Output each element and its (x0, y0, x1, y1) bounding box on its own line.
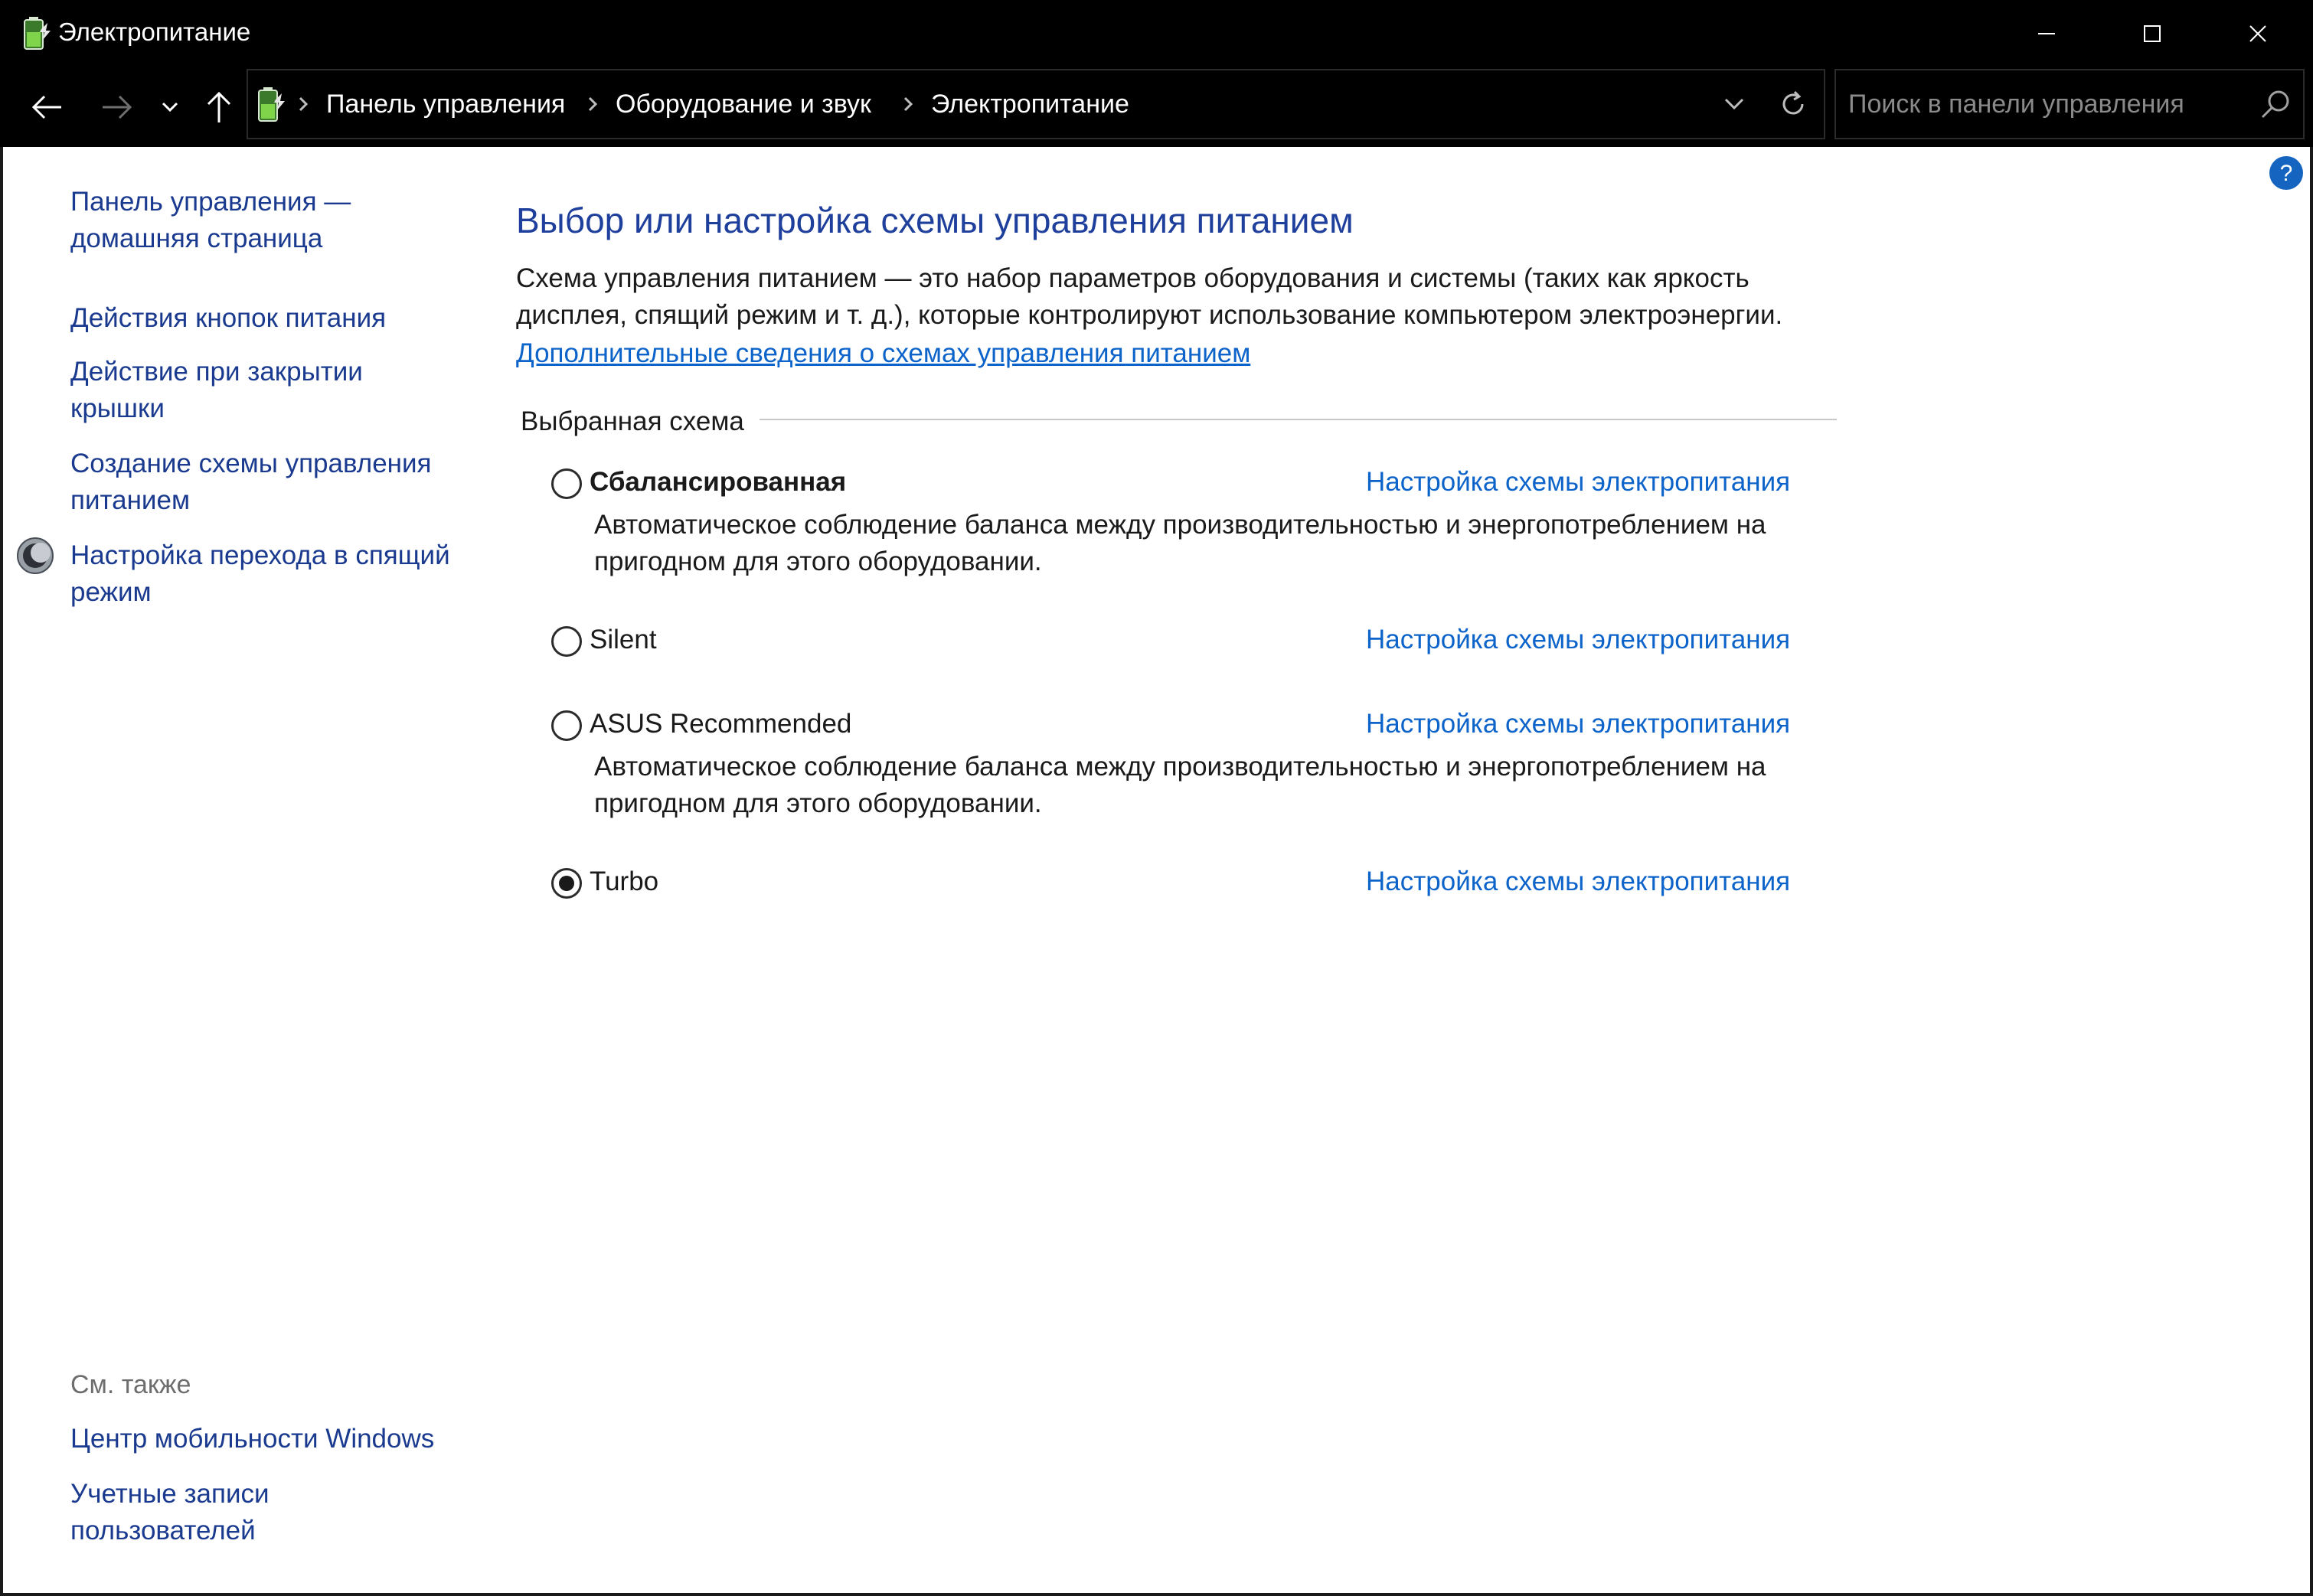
back-button[interactable] (20, 67, 75, 147)
forward-button[interactable] (89, 67, 144, 147)
minimize-button[interactable] (1994, 0, 2099, 67)
see-also-link-user-accounts[interactable]: Учетные записи пользователей (70, 1476, 377, 1549)
search-box[interactable]: Поиск в панели управления (1834, 69, 2305, 139)
sidebar-link-lid-close[interactable]: Действие при закрытии крышки (70, 354, 461, 427)
sidebar-link-sleep-settings[interactable]: Настройка перехода в спящий режим (70, 537, 461, 611)
chevron-right-icon (299, 96, 309, 112)
svg-text:?: ? (2280, 161, 2293, 186)
plan-settings-link-asus-recommended[interactable]: Настройка схемы электропитания (1366, 706, 1790, 743)
sidebar-link-create-plan[interactable]: Создание схемы управления питанием (70, 446, 461, 519)
breadcrumb-control-panel[interactable]: Панель управления (326, 86, 565, 122)
moon-sleep-icon (17, 537, 54, 574)
arrow-up-icon (207, 91, 231, 122)
more-info-link[interactable]: Дополнительные сведения о схемах управле… (516, 335, 1250, 372)
plan-settings-link-silent[interactable]: Настройка схемы электропитания (1366, 622, 1790, 658)
window-border-left (0, 147, 3, 1596)
address-history-dropdown[interactable] (1707, 70, 1761, 138)
see-also-link-mobility-center[interactable]: Центр мобильности Windows (70, 1421, 461, 1457)
refresh-button[interactable] (1763, 67, 1824, 141)
recent-locations-button[interactable] (153, 67, 187, 147)
plan-name-asus-recommended[interactable]: ASUS Recommended (590, 706, 851, 743)
chevron-down-icon (162, 102, 178, 113)
see-also-heading: См. также (70, 1370, 191, 1399)
plan-description-balanced: Автоматическое соблюдение баланса между … (594, 510, 1766, 576)
plan-settings-link-balanced[interactable]: Настройка схемы электропитания (1366, 464, 1790, 501)
search-input[interactable]: Поиск в панели управления (1848, 86, 2184, 122)
refresh-icon (1782, 90, 1804, 115)
chevron-right-icon (588, 96, 598, 112)
breadcrumb-power-options[interactable]: Электропитание (931, 86, 1129, 122)
selected-plan-group-label: Выбранная схема (521, 406, 744, 436)
title-bar: Электропитание (0, 0, 2313, 67)
radio-selected-dot (559, 876, 574, 891)
plan-description-asus-recommended: Автоматическое соблюдение баланса между … (594, 752, 1766, 818)
plan-radio-turbo[interactable] (551, 868, 582, 899)
chevron-right-icon (903, 96, 913, 112)
plan-radio-balanced[interactable] (551, 468, 582, 499)
page-heading: Выбор или настройка схемы управления пит… (516, 201, 1354, 240)
plan-name-turbo[interactable]: Turbo (590, 863, 658, 900)
window-border-bottom (0, 1593, 2313, 1596)
arrow-left-icon (31, 95, 61, 119)
window-border-right (2310, 147, 2313, 1596)
minimize-icon (2038, 33, 2055, 34)
plan-name-silent[interactable]: Silent (590, 622, 657, 658)
up-button[interactable] (199, 67, 239, 147)
plan-radio-silent[interactable] (551, 626, 582, 657)
search-icon[interactable] (2259, 87, 2292, 121)
address-bar[interactable]: Панель управления Оборудование и звук Эл… (247, 69, 1825, 139)
maximize-icon (2144, 25, 2161, 42)
plan-settings-link-turbo[interactable]: Настройка схемы электропитания (1366, 863, 1790, 900)
breadcrumb-hardware-sound[interactable]: Оборудование и звук (616, 86, 871, 122)
chevron-down-icon (1724, 98, 1744, 110)
sidebar-link-power-buttons[interactable]: Действия кнопок питания (70, 300, 461, 337)
battery-power-icon (24, 17, 51, 50)
sidebar-link-control-panel-home[interactable]: Панель управления — домашняя страница (70, 184, 461, 257)
battery-power-icon (258, 87, 285, 122)
close-button[interactable] (2205, 0, 2311, 67)
close-icon (2249, 25, 2266, 42)
group-divider (760, 419, 1837, 420)
plan-radio-asus-recommended[interactable] (551, 710, 582, 741)
arrow-right-icon (103, 95, 132, 119)
help-icon[interactable]: ? (2268, 155, 2305, 191)
maximize-button[interactable] (2099, 0, 2205, 67)
page-description: Схема управления питанием — это набор па… (516, 263, 1783, 330)
plan-name-balanced[interactable]: Сбалансированная (590, 464, 846, 501)
window-title: Электропитание (58, 18, 251, 46)
